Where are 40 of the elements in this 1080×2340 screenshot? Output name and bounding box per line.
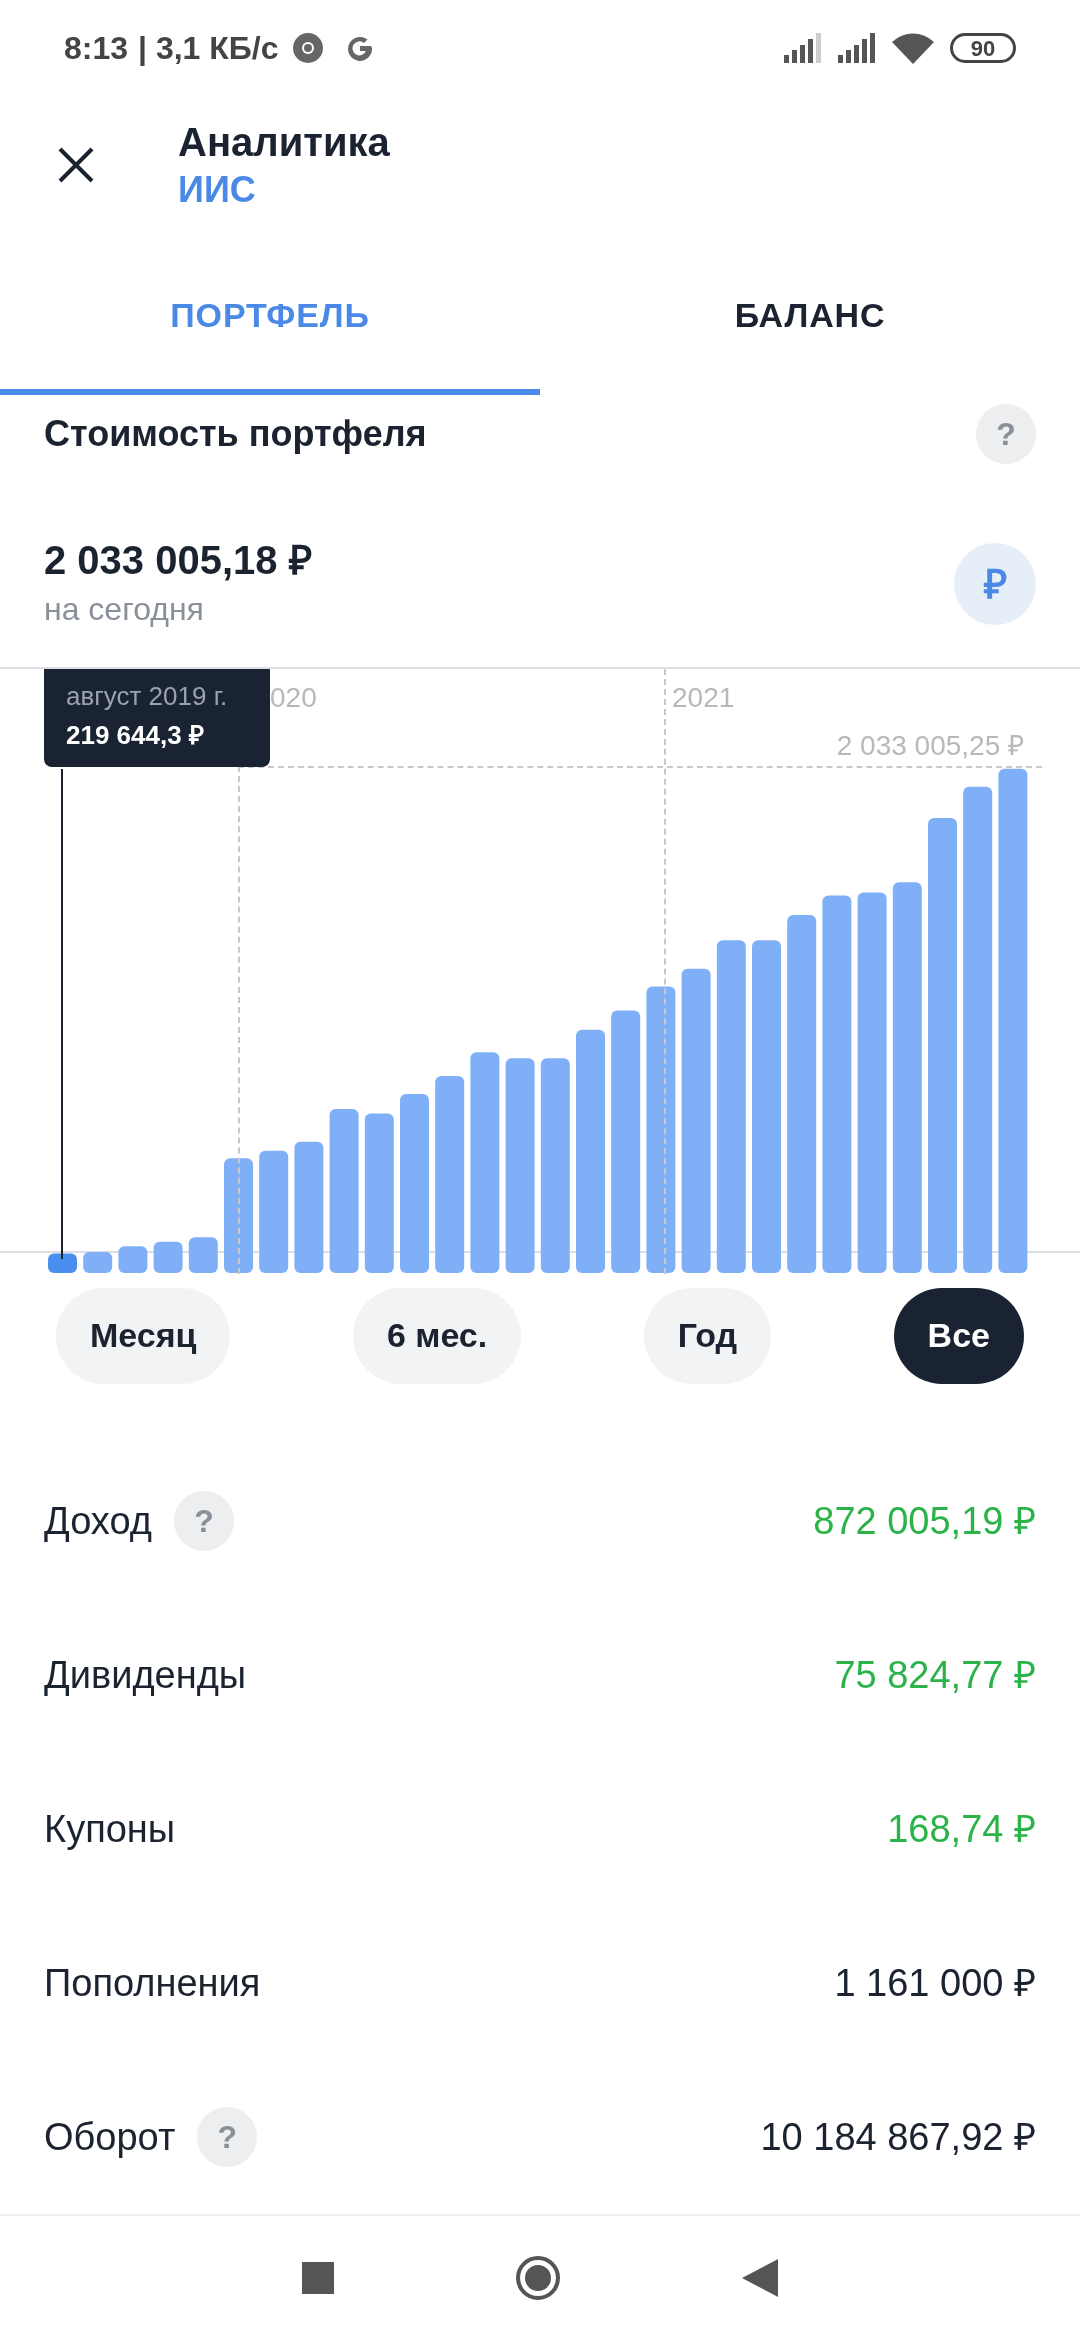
stat-value: 75 824,77 ₽ — [834, 1652, 1036, 1698]
status-time: 8:13 — [64, 29, 129, 69]
chart-bar — [118, 1246, 148, 1273]
chart-bar — [188, 1237, 218, 1273]
tooltip-date: август 2019 г. — [66, 679, 229, 713]
tab[interactable]: БАЛАНС — [540, 232, 1080, 395]
section-title: Стоимость портфеля — [44, 411, 427, 456]
signal-icon — [838, 33, 876, 64]
stat-value: 1 161 000 ₽ — [834, 1960, 1036, 2006]
year-label: 020 — [270, 680, 317, 715]
tooltip-value: 219 644,3 ₽ — [66, 718, 205, 752]
stat-label: Оборот — [44, 2114, 176, 2160]
value-caption: на сегодня — [44, 589, 205, 629]
wifi-icon — [892, 32, 934, 65]
chart-bar — [48, 1253, 77, 1273]
home-icon[interactable] — [514, 2254, 562, 2303]
stat-value: 10 184 867,92 ₽ — [760, 2114, 1036, 2160]
chart-bar — [153, 1241, 183, 1273]
stat-label: Пополнения — [44, 1960, 261, 2006]
battery-indicator: 90 — [950, 33, 1016, 64]
year-label: 2021 — [672, 680, 735, 715]
period-button[interactable]: Месяц — [56, 1287, 231, 1384]
max-value-label: 2 033 005,25 ₽ — [836, 728, 1024, 763]
period-button[interactable]: Год — [643, 1287, 772, 1384]
back-icon[interactable] — [742, 2259, 778, 2298]
portfolio-value: 2 033 005,18 ₽ — [44, 536, 312, 584]
stat-value: 168,74 ₽ — [887, 1806, 1036, 1852]
stop-icon[interactable] — [302, 2262, 334, 2295]
page-subtitle: ИИС — [178, 167, 257, 212]
period-button[interactable]: Все — [893, 1287, 1024, 1384]
page-title: Аналитика — [178, 118, 390, 166]
stat-label: Дивиденды — [44, 1652, 247, 1698]
network-speed: | 3,1 КБ/с — [138, 29, 279, 69]
chart-bar — [83, 1252, 113, 1273]
stat-label: Купоны — [44, 1806, 176, 1852]
signal-icon — [784, 33, 822, 64]
stat-label: Доход — [44, 1498, 152, 1544]
period-button[interactable]: 6 мес. — [352, 1287, 522, 1384]
stat-value: 872 005,19 ₽ — [813, 1498, 1036, 1544]
browser-icon — [292, 32, 325, 65]
